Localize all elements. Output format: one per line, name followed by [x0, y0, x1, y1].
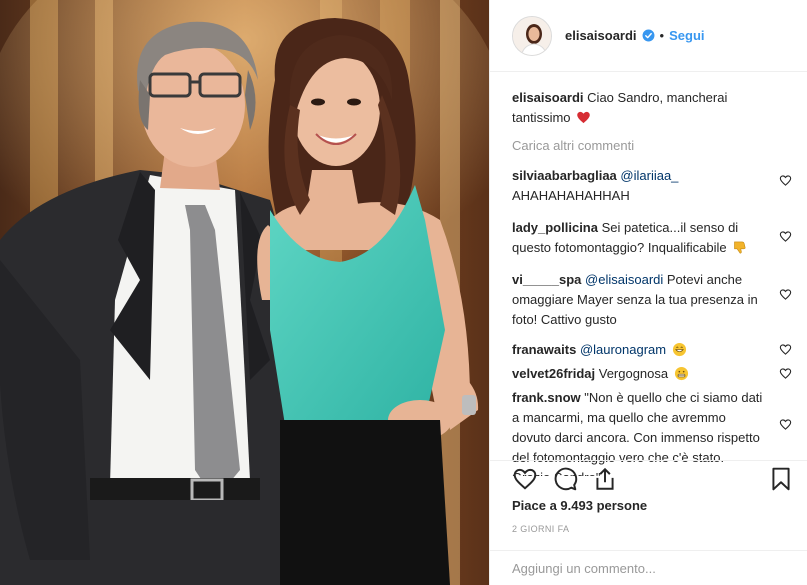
- comment-item: vi_____spa @elisaisoardi Potevi anche om…: [512, 270, 794, 330]
- add-comment-bar: [490, 550, 807, 585]
- caption: elisaisoardi Ciao Sandro, mancherai tant…: [512, 88, 794, 128]
- comment-like-heart-icon[interactable]: [779, 418, 792, 431]
- instagram-post: elisaisoardi • Segui elisaisoardi Ciao S…: [0, 0, 807, 585]
- red-heart-emoji-icon: [577, 111, 590, 124]
- grimacing-emoji-icon: [674, 366, 688, 381]
- comment-username[interactable]: lady_pollicina: [512, 220, 598, 235]
- load-more-comments-link[interactable]: Carica altri commenti: [512, 136, 794, 156]
- comment-item: franawaits @lauronagram: [512, 340, 794, 360]
- post-timestamp[interactable]: 2 GIORNI FA: [512, 524, 569, 534]
- bookmark-icon[interactable]: [768, 466, 794, 492]
- comment-like-heart-icon[interactable]: [779, 230, 792, 243]
- verified-badge-icon: [642, 29, 655, 42]
- comment-username[interactable]: velvet26fridaj: [512, 366, 595, 381]
- heart-outline-icon[interactable]: [512, 466, 538, 492]
- comment-like-heart-icon[interactable]: [779, 367, 792, 380]
- comment-username[interactable]: frank.snow: [512, 390, 581, 405]
- caption-username[interactable]: elisaisoardi: [512, 90, 584, 105]
- comment-text: Vergognosa: [598, 366, 669, 381]
- thumbs-down-emoji-icon: [734, 241, 746, 254]
- comment-mention[interactable]: @ilariiaa_: [620, 168, 678, 183]
- grinning-emoji-icon: [672, 342, 686, 357]
- avatar[interactable]: [512, 15, 552, 56]
- likes-count[interactable]: Piace a 9.493 persone: [512, 498, 647, 513]
- comment-username[interactable]: vi_____spa: [512, 272, 581, 287]
- header-username[interactable]: elisaisoardi: [565, 28, 637, 43]
- post-header: elisaisoardi • Segui: [490, 0, 807, 72]
- post-side-panel: elisaisoardi • Segui elisaisoardi Ciao S…: [489, 0, 807, 585]
- comment-username[interactable]: silviaabarbagliaa: [512, 168, 617, 183]
- comment-item: silviaabarbagliaa @ilariiaa_ AHAHAHAHAHH…: [512, 166, 794, 206]
- comment-like-heart-icon[interactable]: [779, 343, 792, 356]
- header-separator: •: [659, 28, 665, 43]
- comments-list: elisaisoardi Ciao Sandro, mancherai tant…: [512, 88, 794, 476]
- avatar-image: [513, 16, 551, 55]
- share-icon[interactable]: [592, 466, 618, 492]
- comment-mention[interactable]: @lauronagram: [580, 342, 666, 357]
- photo-illustration: [0, 0, 489, 585]
- comment-like-heart-icon[interactable]: [779, 288, 792, 301]
- comment-item: lady_pollicina Sei patetica...il senso d…: [512, 218, 794, 258]
- comment-bubble-icon[interactable]: [552, 466, 578, 492]
- comment-mention[interactable]: @elisaisoardi: [585, 272, 663, 287]
- add-comment-input[interactable]: [512, 561, 772, 576]
- post-photo[interactable]: [0, 0, 489, 585]
- comment-like-heart-icon[interactable]: [779, 174, 792, 187]
- comment-text: AHAHAHAHAHHAH: [512, 188, 630, 203]
- follow-button[interactable]: Segui: [669, 28, 704, 43]
- comment-item: velvet26fridaj Vergognosa: [512, 364, 794, 384]
- post-action-bar: [490, 460, 807, 496]
- comment-username[interactable]: franawaits: [512, 342, 576, 357]
